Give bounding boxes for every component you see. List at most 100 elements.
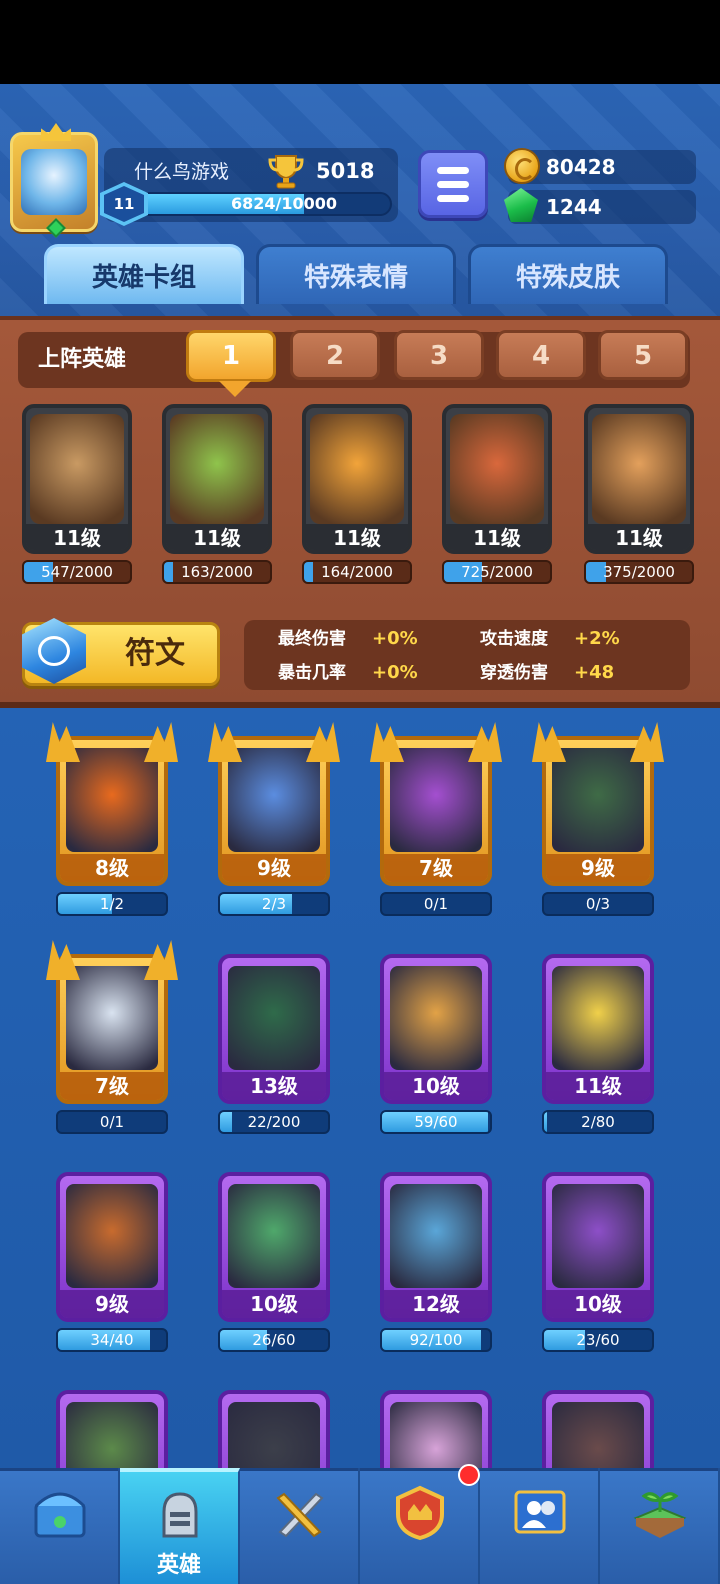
gold-coin-icon bbox=[504, 148, 540, 184]
gem-value: 1244 bbox=[546, 195, 602, 219]
deck-hero-card[interactable]: 11级 375/2000 bbox=[584, 404, 694, 588]
notification-dot bbox=[458, 1464, 480, 1486]
hero-level: 9级 bbox=[222, 854, 326, 882]
deck-slot-1[interactable]: 1 bbox=[186, 330, 276, 397]
nav-label: 英雄 bbox=[156, 1553, 201, 1578]
treasure-chest-icon bbox=[34, 1492, 86, 1538]
hero-zeus-icon bbox=[66, 966, 158, 1070]
hero-card-frame: 10级 bbox=[218, 1172, 330, 1322]
deck-hero-progress-text: 164/2000 bbox=[321, 563, 393, 581]
hero-level: 10级 bbox=[222, 1290, 326, 1318]
hero-level: 13级 bbox=[222, 1072, 326, 1100]
collection-hero-card[interactable]: 9级 2/3 bbox=[208, 722, 330, 916]
hero-ice-king-icon bbox=[228, 748, 320, 852]
hero-rock-golem-icon bbox=[30, 414, 124, 524]
deck-hero-progress-text: 547/2000 bbox=[41, 563, 113, 581]
tab-hero-deck[interactable]: 英雄卡组 bbox=[44, 244, 244, 304]
collection-hero-card[interactable]: 10级 59/60 bbox=[380, 954, 492, 1134]
rune-button-label: 符文 bbox=[125, 636, 185, 671]
hero-progress-text: 0/1 bbox=[99, 1113, 125, 1131]
trophy-count: 5018 bbox=[316, 159, 375, 183]
hero-progress-text: 59/60 bbox=[414, 1113, 458, 1131]
status-bar bbox=[0, 0, 720, 84]
stat-pierce-damage-label: 穿透伤害 bbox=[480, 663, 548, 683]
deck-hero-card[interactable]: 11级 547/2000 bbox=[22, 404, 132, 588]
avatar-portrait bbox=[21, 149, 87, 215]
hero-progress-text: 92/100 bbox=[409, 1331, 463, 1349]
hero-card-frame: 13级 bbox=[218, 954, 330, 1104]
hero-card-frame: 10级 bbox=[542, 1172, 654, 1322]
trophy-icon bbox=[268, 155, 304, 189]
deck-hero-progress-text: 725/2000 bbox=[461, 563, 533, 581]
rune-icon-glyph bbox=[38, 636, 70, 666]
hero-sign-bean-icon bbox=[390, 966, 482, 1070]
deck-hero-card[interactable]: 11级 163/2000 bbox=[162, 404, 272, 588]
deck-hero-progress-text: 375/2000 bbox=[603, 563, 675, 581]
hero-level: 7级 bbox=[384, 854, 488, 882]
deck-slot-2[interactable]: 2 bbox=[290, 330, 380, 380]
collection-hero-card[interactable]: 9级 0/3 bbox=[532, 722, 654, 916]
nav-item-knight-helmet[interactable]: 英雄 bbox=[120, 1468, 240, 1584]
deck-hero-level: 11级 bbox=[588, 524, 690, 550]
hero-magician-icon bbox=[552, 1184, 644, 1288]
hero-progress-text: 26/60 bbox=[252, 1331, 296, 1349]
deck-slot-4[interactable]: 4 bbox=[496, 330, 586, 380]
deck-hero-frame: 11级 bbox=[584, 404, 694, 554]
nav-item-crown-shield[interactable] bbox=[360, 1468, 480, 1584]
hero-level: 10级 bbox=[384, 1072, 488, 1100]
tab-special-skins[interactable]: 特殊皮肤 bbox=[468, 244, 668, 304]
hero-level: 7级 bbox=[60, 1072, 164, 1100]
collection-hero-card[interactable]: 9级 34/40 bbox=[56, 1172, 168, 1352]
deck-hero-frame: 11级 bbox=[22, 404, 132, 554]
hero-progress-text: 2/80 bbox=[581, 1113, 615, 1131]
nav-item-crossed-swords[interactable] bbox=[240, 1468, 360, 1584]
nav-item-treasure-chest[interactable] bbox=[0, 1468, 120, 1584]
hero-card-frame: 10级 bbox=[380, 954, 492, 1104]
collection-hero-card[interactable]: 12级 92/100 bbox=[380, 1172, 492, 1352]
hero-wind-hero-icon bbox=[390, 1184, 482, 1288]
hero-astronaut-icon bbox=[552, 966, 644, 1070]
tab-special-emotes[interactable]: 特殊表情 bbox=[256, 244, 456, 304]
collection-hero-card[interactable]: 8级 1/2 bbox=[46, 722, 168, 916]
stat-crit-chance-label: 暴击几率 bbox=[278, 663, 346, 683]
collection-hero-card[interactable]: 7级 0/1 bbox=[370, 722, 492, 916]
crossed-swords-icon bbox=[276, 1492, 324, 1538]
collection-hero-card[interactable]: 7级 0/1 bbox=[46, 940, 168, 1134]
hero-fire-monk-icon bbox=[66, 748, 158, 852]
deck-hero-level: 11级 bbox=[26, 524, 128, 550]
hero-goggle-bot-icon bbox=[228, 1184, 320, 1288]
crown-shield-icon bbox=[396, 1485, 444, 1541]
xp-text: 6824/10000 bbox=[230, 194, 338, 213]
nav-item-friends[interactable] bbox=[480, 1468, 600, 1584]
collection-hero-card[interactable]: 10级 26/60 bbox=[218, 1172, 330, 1352]
deck-hero-level: 11级 bbox=[446, 524, 548, 550]
deck-hero-frame: 11级 bbox=[162, 404, 272, 554]
hero-progress-text: 2/3 bbox=[261, 895, 287, 913]
hero-level: 9级 bbox=[546, 854, 650, 882]
hero-progress-text: 34/40 bbox=[90, 1331, 134, 1349]
menu-icon-line bbox=[437, 181, 469, 188]
hero-goggles-bomber-icon bbox=[450, 414, 544, 524]
menu-button[interactable] bbox=[418, 150, 488, 218]
player-avatar[interactable] bbox=[10, 123, 98, 238]
hero-progress-text: 0/3 bbox=[585, 895, 611, 913]
nav-item-sprout-island[interactable] bbox=[600, 1468, 720, 1584]
hero-skull-mage-icon bbox=[390, 748, 482, 852]
hero-skeleton-hat-icon bbox=[228, 966, 320, 1070]
stat-crit-chance-value: +0% bbox=[372, 662, 418, 683]
collection-hero-card[interactable]: 11级 2/80 bbox=[542, 954, 654, 1134]
hero-level: 9级 bbox=[60, 1290, 164, 1318]
deck-hero-frame: 11级 bbox=[302, 404, 412, 554]
hero-progress-text: 23/60 bbox=[576, 1331, 620, 1349]
deck-hero-level: 11级 bbox=[166, 524, 268, 550]
sprout-island-icon bbox=[633, 1492, 687, 1538]
deck-hero-card[interactable]: 11级 725/2000 bbox=[442, 404, 552, 588]
deck-slot-3[interactable]: 3 bbox=[394, 330, 484, 380]
hero-lava-golem-icon bbox=[66, 1184, 158, 1288]
collection-hero-card[interactable]: 13级 22/200 bbox=[218, 954, 330, 1134]
deck-hero-level: 11级 bbox=[306, 524, 408, 550]
collection-hero-card[interactable]: 10级 23/60 bbox=[542, 1172, 654, 1352]
deck-slot-5[interactable]: 5 bbox=[598, 330, 688, 380]
deck-hero-card[interactable]: 11级 164/2000 bbox=[302, 404, 412, 588]
hero-progress-text: 1/2 bbox=[99, 895, 125, 913]
